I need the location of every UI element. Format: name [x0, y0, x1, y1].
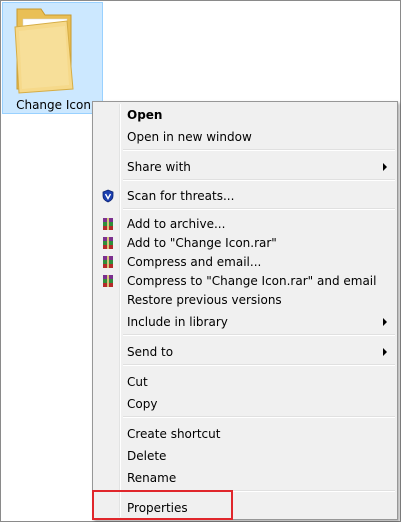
winrar-icon: [103, 256, 113, 268]
menu-item-properties[interactable]: Properties: [95, 498, 395, 518]
folder-label: Change Icon: [16, 98, 91, 112]
menu-item-add-to-archive[interactable]: Add to archive...: [95, 214, 395, 234]
menu-item-compress-rar-email[interactable]: Compress to "Change Icon.rar" and email: [95, 271, 395, 291]
menu-item-cut[interactable]: Cut: [95, 372, 395, 392]
winrar-icon: [103, 275, 113, 287]
menu-item-share-with[interactable]: Share with: [95, 157, 395, 177]
menu-item-open-new-window[interactable]: Open in new window: [95, 127, 395, 147]
menu-item-add-to-rar[interactable]: Add to "Change Icon.rar": [95, 233, 395, 253]
menu-item-include-library[interactable]: Include in library: [95, 312, 395, 332]
menu-separator: [123, 149, 395, 151]
folder-change-icon[interactable]: Change Icon: [2, 2, 103, 114]
menu-item-restore-versions[interactable]: Restore previous versions: [95, 290, 395, 310]
menu-item-create-shortcut[interactable]: Create shortcut: [95, 424, 395, 444]
submenu-arrow-icon: [383, 318, 387, 326]
menu-separator: [123, 179, 395, 181]
menu-item-compress-email[interactable]: Compress and email...: [95, 252, 395, 272]
context-menu: Open Open in new window Share with Scan …: [92, 101, 398, 520]
winrar-icon: [103, 218, 113, 230]
menu-separator: [123, 208, 395, 210]
folder-icon: [14, 8, 74, 94]
winrar-icon: [103, 237, 113, 249]
menu-separator: [123, 416, 395, 418]
menu-separator: [123, 490, 395, 492]
menu-item-open[interactable]: Open: [95, 105, 395, 125]
menu-item-rename[interactable]: Rename: [95, 468, 395, 488]
menu-item-delete[interactable]: Delete: [95, 446, 395, 466]
menu-separator: [123, 364, 395, 366]
shield-icon: [102, 189, 114, 203]
menu-item-copy[interactable]: Copy: [95, 394, 395, 414]
menu-separator: [123, 334, 395, 336]
submenu-arrow-icon: [383, 163, 387, 171]
menu-item-scan-threats[interactable]: Scan for threats...: [95, 186, 395, 206]
submenu-arrow-icon: [383, 348, 387, 356]
menu-item-send-to[interactable]: Send to: [95, 342, 395, 362]
